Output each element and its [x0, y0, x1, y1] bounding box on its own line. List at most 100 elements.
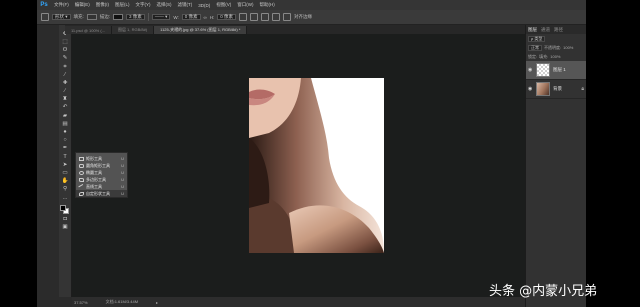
- blend-mode-select[interactable]: 正常: [528, 44, 542, 51]
- healing-brush-tool-icon[interactable]: ✚: [61, 80, 69, 87]
- shape-tools-flyout: 矩形工具 U 圆角矩形工具 U 椭圆工具 U 多边形工具 U 直线工具 U 自定…: [75, 152, 128, 198]
- shortcut-key: U: [121, 177, 124, 182]
- path-select-tool-icon[interactable]: ➤: [61, 162, 69, 169]
- path-arrangement-icon[interactable]: [261, 13, 269, 21]
- shortcut-key: U: [121, 163, 124, 168]
- opacity-value[interactable]: 100%: [563, 45, 573, 50]
- flyout-item-polygon[interactable]: 多边形工具 U: [76, 176, 127, 183]
- menu-window[interactable]: 窗口(W): [234, 2, 256, 8]
- path-alignment-icon[interactable]: [250, 13, 258, 21]
- canvas-area[interactable]: [72, 34, 525, 297]
- tab-channels[interactable]: 通道: [541, 27, 550, 33]
- menu-layer[interactable]: 图层(L): [112, 2, 133, 8]
- gradient-tool-icon[interactable]: ▤: [61, 121, 69, 128]
- menu-help[interactable]: 帮助(H): [257, 2, 278, 8]
- menu-image[interactable]: 图像(I): [93, 2, 112, 8]
- shape-mode-select[interactable]: 形状 ▾: [52, 14, 71, 20]
- custom-shape-icon: [79, 191, 84, 196]
- stroke-swatch[interactable]: [113, 14, 124, 20]
- layer-name: 图层 1: [553, 67, 566, 72]
- path-operations-icon[interactable]: [239, 13, 247, 21]
- layer-thumbnail: [536, 63, 550, 77]
- height-field[interactable]: 0 像素: [217, 14, 236, 20]
- history-brush-tool-icon[interactable]: ↶: [61, 105, 69, 112]
- layer-row[interactable]: ◉ 图层 1: [526, 61, 586, 80]
- shortcut-key: U: [121, 156, 124, 161]
- hand-tool-icon[interactable]: ✋: [61, 178, 69, 185]
- eye-icon[interactable]: ◉: [528, 86, 533, 92]
- shape-tool-preset-icon[interactable]: [41, 13, 49, 21]
- app-logo: Ps: [40, 2, 48, 8]
- neck-shoulder-photo: [249, 78, 384, 253]
- flyout-item-custom-shape[interactable]: 自定形状工具 U: [76, 190, 127, 197]
- gear-icon[interactable]: [272, 13, 280, 21]
- flyout-item-rounded-rectangle[interactable]: 圆角矩形工具 U: [76, 162, 127, 169]
- dodge-tool-icon[interactable]: ○: [61, 137, 69, 144]
- screen-mode-icon[interactable]: ▣: [61, 224, 69, 231]
- document-tab[interactable]: 图层 1, RGB/8#): [112, 26, 155, 34]
- status-arrow-icon[interactable]: ▸: [156, 300, 158, 305]
- layers-panel: 图层 通道 路径 ρ 类型 正常 不透明度: 100% 锁定: 填充: 100%…: [525, 25, 586, 307]
- menu-type[interactable]: 文字(Y): [133, 2, 154, 8]
- type-tool-icon[interactable]: T: [61, 154, 69, 161]
- stroke-type-select[interactable]: —— ▾: [151, 14, 171, 20]
- lock-fill-row: 锁定: 填充: 100%: [526, 52, 586, 61]
- flyout-item-label: 自定形状工具: [86, 190, 110, 196]
- menu-view[interactable]: 视图(V): [213, 2, 234, 8]
- marquee-tool-icon[interactable]: ⬚: [61, 39, 69, 46]
- layer-kind-filter[interactable]: ρ 类型: [528, 35, 546, 42]
- ellipse-icon: [79, 170, 84, 175]
- menu-3d[interactable]: 3D(D): [195, 3, 213, 8]
- photoshop-window: Ps 文件(F) 编辑(E) 图像(I) 图层(L) 文字(Y) 选择(S) 滤…: [37, 0, 586, 307]
- stroke-width-field[interactable]: 3 像素: [126, 14, 145, 20]
- blend-opacity-row: 正常 不透明度: 100%: [526, 43, 586, 52]
- layer-thumbnail: [536, 82, 550, 96]
- separator: [147, 13, 149, 21]
- foreground-color-swatch[interactable]: [60, 204, 66, 211]
- more-tools-icon[interactable]: …: [61, 195, 69, 202]
- quick-select-tool-icon[interactable]: ✎: [61, 56, 69, 63]
- document-tab-active[interactable]: 1125-夹褶的.jpg @ 37.6% (图层 1, RGB/8#) *: [154, 26, 248, 34]
- quick-mask-icon[interactable]: ◘: [61, 216, 69, 223]
- brush-tool-icon[interactable]: ∕: [61, 88, 69, 95]
- polygon-icon: [79, 177, 84, 182]
- fill-value[interactable]: 100%: [550, 54, 560, 59]
- clone-stamp-tool-icon[interactable]: ♜: [61, 97, 69, 104]
- tab-layers[interactable]: 图层: [528, 27, 537, 33]
- zoom-tool-icon[interactable]: ⚲: [61, 187, 69, 194]
- opacity-label: 不透明度:: [544, 44, 562, 50]
- menu-file[interactable]: 文件(F): [51, 2, 72, 8]
- blur-tool-icon[interactable]: ●: [61, 129, 69, 136]
- stroke-label: 描边:: [99, 14, 111, 19]
- document-tab[interactable]: 11.psd @ 100% (...: [65, 26, 113, 34]
- menu-edit[interactable]: 编辑(E): [72, 2, 93, 8]
- layer-row[interactable]: ◉ 背景 🔒︎: [526, 80, 586, 99]
- flyout-item-rectangle[interactable]: 矩形工具 U: [76, 155, 127, 162]
- link-icon[interactable]: ∞: [204, 15, 207, 20]
- height-label: H:: [209, 14, 215, 20]
- lasso-tool-icon[interactable]: ʘ: [61, 47, 69, 54]
- align-edges-checkbox[interactable]: [283, 13, 291, 21]
- crop-tool-icon[interactable]: ⌗: [61, 64, 69, 71]
- eye-icon[interactable]: ◉: [528, 67, 533, 73]
- fill-label: 填充:: [73, 14, 84, 19]
- eraser-tool-icon[interactable]: ▰: [61, 113, 69, 120]
- zoom-level[interactable]: 37.57%: [74, 300, 88, 305]
- pen-tool-icon[interactable]: ✒: [61, 146, 69, 153]
- document-image[interactable]: [249, 78, 384, 253]
- rectangle-tool-icon[interactable]: ▭: [61, 170, 69, 177]
- flyout-item-line[interactable]: 直线工具 U: [76, 183, 127, 190]
- menu-select[interactable]: 选择(S): [154, 2, 175, 8]
- line-icon: [78, 183, 85, 190]
- tab-paths[interactable]: 路径: [554, 27, 563, 33]
- menu-filter[interactable]: 滤镜(T): [175, 2, 196, 8]
- flyout-item-ellipse[interactable]: 椭圆工具 U: [76, 169, 127, 176]
- flyout-item-label: 矩形工具: [86, 155, 102, 161]
- width-field[interactable]: 0 像素: [181, 14, 201, 20]
- status-bar: 37.57% 文档:1.61M/3.44M ▸: [72, 297, 525, 307]
- eyedropper-tool-icon[interactable]: ⁄: [61, 72, 69, 79]
- color-swatches[interactable]: [60, 204, 70, 215]
- shortcut-key: U: [121, 170, 124, 175]
- fill-swatch[interactable]: [86, 14, 97, 20]
- flyout-item-label: 多边形工具: [86, 176, 106, 182]
